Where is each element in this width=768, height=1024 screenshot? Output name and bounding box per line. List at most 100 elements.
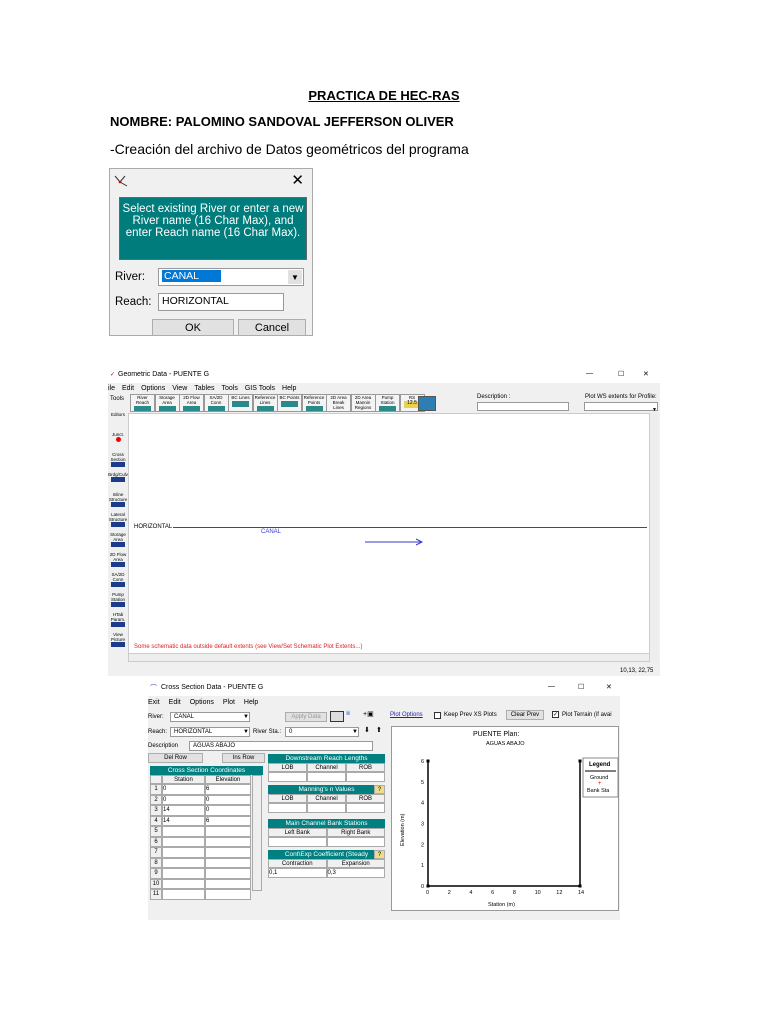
downstream-input[interactable]: [307, 772, 346, 782]
ins-row-button[interactable]: Ins Row: [222, 753, 265, 763]
left-tool-button[interactable]: Junct.: [108, 432, 128, 452]
table-scrollbar[interactable]: [252, 775, 262, 891]
station-cell[interactable]: [162, 878, 205, 889]
elevation-cell[interactable]: [205, 826, 251, 837]
elevation-cell[interactable]: 6: [205, 784, 251, 795]
reach-input[interactable]: HORIZONTAL: [158, 293, 284, 311]
station-cell[interactable]: 14: [162, 815, 205, 826]
plot-options-link[interactable]: Plot Options: [390, 712, 423, 718]
chevron-down-icon[interactable]: ▼: [288, 270, 302, 284]
water-surface-icon[interactable]: ⩸: [346, 710, 350, 718]
reach-line[interactable]: [173, 527, 647, 528]
plot-ws-select[interactable]: ▼: [584, 402, 658, 413]
keep-prev-checkbox[interactable]: [434, 712, 441, 719]
plot-terrain-checkbox[interactable]: ✓: [552, 711, 559, 718]
menu-item[interactable]: View: [172, 385, 187, 392]
manning-input[interactable]: [346, 803, 385, 813]
station-cell[interactable]: 0: [162, 784, 205, 795]
coef-input[interactable]: 0,1: [268, 868, 327, 878]
toolbar-button[interactable]: 2D Area Break Lines: [326, 394, 351, 412]
elevation-cell[interactable]: [205, 878, 251, 889]
downstream-input[interactable]: [346, 772, 385, 782]
close-button[interactable]: ✕: [606, 683, 612, 691]
help-icon[interactable]: ?: [374, 850, 385, 859]
menu-item[interactable]: ile: [108, 385, 115, 392]
vertical-scrollbar[interactable]: [650, 413, 658, 662]
menu-item[interactable]: Edit: [169, 699, 181, 706]
bank-input[interactable]: [326, 837, 385, 847]
toolbar-button[interactable]: Storage Area: [154, 394, 180, 412]
left-tool-button[interactable]: SA/2D Conn: [108, 572, 128, 592]
station-cell[interactable]: [162, 889, 205, 900]
station-cell[interactable]: 14: [162, 805, 205, 816]
close-button[interactable]: ✕: [291, 171, 304, 189]
elevation-cell[interactable]: [205, 847, 251, 858]
toolbar-button[interactable]: BC Points: [277, 394, 302, 412]
elevation-cell[interactable]: [205, 868, 251, 879]
elevation-cell[interactable]: 6: [205, 815, 251, 826]
next-station-button[interactable]: ⬇: [364, 726, 370, 734]
menu-item[interactable]: Options: [141, 385, 165, 392]
maximize-button[interactable]: ☐: [618, 370, 624, 378]
left-tool-button[interactable]: View Picture: [108, 632, 128, 652]
menu-item[interactable]: Edit: [122, 385, 134, 392]
station-cell[interactable]: 0: [162, 794, 205, 805]
left-tool-button[interactable]: Brdg/Culv: [108, 472, 128, 492]
map-background-button[interactable]: [418, 396, 436, 411]
elevation-cell[interactable]: [205, 857, 251, 868]
menu-item[interactable]: Plot: [223, 699, 235, 706]
left-tool-button[interactable]: Storage Area: [108, 532, 128, 552]
minimize-button[interactable]: —: [548, 683, 555, 690]
menu-item[interactable]: Tables: [194, 385, 214, 392]
menu-item[interactable]: GIS Tools: [245, 385, 275, 392]
elevation-cell[interactable]: 0: [205, 794, 251, 805]
toolbar-button[interactable]: Reference Points: [301, 394, 327, 412]
del-row-button[interactable]: Del Row: [148, 753, 203, 763]
ok-button[interactable]: OK: [152, 319, 234, 336]
apply-data-button[interactable]: Apply Data: [285, 712, 327, 722]
left-tool-button[interactable]: Inline Structure: [108, 492, 128, 512]
toolbar-button[interactable]: River Reach: [130, 394, 155, 412]
minimize-button[interactable]: —: [586, 370, 593, 377]
menu-item[interactable]: Tools: [221, 385, 237, 392]
elevation-cell[interactable]: [205, 889, 251, 900]
menu-item[interactable]: Exit: [148, 699, 160, 706]
cancel-button[interactable]: Cancel: [238, 319, 306, 336]
station-cell[interactable]: [162, 868, 205, 879]
maximize-button[interactable]: ☐: [578, 683, 584, 691]
left-tool-button[interactable]: Editors: [108, 412, 128, 432]
river-sta-select[interactable]: 0 ▼: [285, 727, 359, 737]
horizontal-scrollbar[interactable]: [128, 653, 650, 662]
left-tool-button[interactable]: Lateral Structure: [108, 512, 128, 532]
river-select[interactable]: CANAL ▼: [170, 712, 250, 722]
description-input[interactable]: [477, 402, 569, 411]
river-combo[interactable]: CANAL ▼: [158, 268, 304, 286]
downstream-input[interactable]: [268, 772, 307, 782]
toolbar-button[interactable]: Pump Station: [375, 394, 400, 412]
help-icon[interactable]: ?: [374, 785, 385, 794]
elevation-cell[interactable]: 0: [205, 805, 251, 816]
menu-item[interactable]: Options: [190, 699, 214, 706]
station-cell[interactable]: [162, 826, 205, 837]
description-input[interactable]: AGUAS ABAJO: [189, 741, 373, 751]
left-tool-button[interactable]: HTab Param.: [108, 612, 128, 632]
coef-input[interactable]: 0,3: [326, 868, 385, 878]
toolbar-button[interactable]: 2D Area Mannin Regions: [350, 394, 376, 412]
toolbar-button[interactable]: SA/2D Conn: [203, 394, 229, 412]
add-picture-button[interactable]: +▣: [363, 710, 374, 718]
station-cell[interactable]: [162, 847, 205, 858]
manning-input[interactable]: [268, 803, 307, 813]
station-cell[interactable]: [162, 857, 205, 868]
left-tool-button[interactable]: Pump Station: [108, 592, 128, 612]
previous-station-button[interactable]: ⬆: [376, 726, 382, 734]
reach-select[interactable]: HORIZONTAL ▼: [170, 727, 250, 737]
schematic-canvas[interactable]: HORIZONTAL CANAL: [128, 413, 650, 662]
left-tool-button[interactable]: Cross Section: [108, 452, 128, 472]
toolbar-button[interactable]: BC Lines: [228, 394, 253, 412]
left-tool-button[interactable]: 2D Flow Area: [108, 552, 128, 572]
station-cell[interactable]: [162, 836, 205, 847]
table-view-button[interactable]: [330, 711, 344, 722]
toolbar-button[interactable]: 2D Flow Area: [179, 394, 204, 412]
manning-input[interactable]: [307, 803, 346, 813]
bank-input[interactable]: [268, 837, 327, 847]
